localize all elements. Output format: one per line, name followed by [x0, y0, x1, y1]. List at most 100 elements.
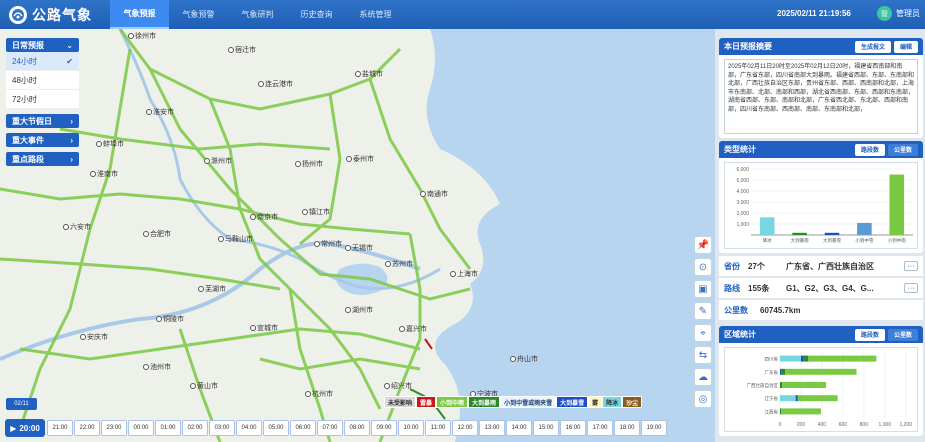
bar-segment [797, 395, 838, 402]
locate-icon[interactable]: ⊙ [694, 258, 712, 276]
nav-warning[interactable]: 气象预警 [169, 0, 228, 29]
user-menu[interactable]: 管 管理员 [877, 6, 920, 21]
radar-icon[interactable]: ◎ [694, 390, 712, 408]
bar-segment [780, 395, 796, 402]
city-label: 盐城市 [355, 69, 383, 79]
timeline-hour[interactable]: 13:00 [479, 420, 505, 436]
timeline-hour[interactable]: 02:00 [182, 420, 208, 436]
summary-header: 本日预报摘要 生成报文 编辑 [719, 38, 923, 55]
province-count: 27个 [748, 261, 765, 271]
y-tick-label: 四川省 [765, 356, 779, 363]
timeline-hour[interactable]: 12:00 [452, 420, 478, 436]
timeline-hour[interactable]: 09:00 [371, 420, 397, 436]
legend-item: 降冰 [602, 396, 623, 408]
city-label: 滁州市 [204, 156, 232, 166]
map-view[interactable]: 徐州市 宿迁市 连云港市 盐城市 淮安市 滁州市 扬州市 泰州市 南通市 南京市… [0, 29, 715, 442]
region-stats-title: 区域统计 [724, 330, 756, 339]
timeline-hour[interactable]: 06:00 [290, 420, 316, 436]
timeline-hour[interactable]: 15:00 [533, 420, 559, 436]
timeline-hour[interactable]: 10:00 [398, 420, 424, 436]
nav-forecast[interactable]: 气象预报 [110, 0, 169, 29]
measure-icon[interactable]: ✎ [694, 302, 712, 320]
menu-major-events[interactable]: 重大事件 › [6, 133, 79, 147]
region-stats-header: 区域统计 路段数 公里数 [719, 326, 923, 343]
timeline-hour[interactable]: 19:00 [641, 420, 667, 436]
nav-history[interactable]: 历史查询 [287, 0, 346, 29]
summary-title: 本日预报摘要 [724, 42, 772, 51]
city-label: 苏州市 [385, 259, 413, 269]
timeline-hour[interactable]: 18:00 [614, 420, 640, 436]
daily-forecast-header[interactable]: 日常预报 ⌄ [6, 38, 79, 52]
timeline-hour[interactable]: 03:00 [209, 420, 235, 436]
current-datetime: 2025/02/11 21:19:56 [777, 9, 851, 18]
x-tick-label: 小到中雨 [888, 237, 906, 244]
map-canvas[interactable] [0, 29, 715, 442]
chevron-right-icon: › [70, 135, 73, 145]
main-nav: 气象预报 气象预警 气象研判 历史查询 系统管理 [110, 0, 405, 29]
timeline-hour[interactable]: 04:00 [236, 420, 262, 436]
layers-icon[interactable]: ▣ [694, 280, 712, 298]
pin-icon[interactable]: 📌 [694, 236, 712, 254]
region-tab-km[interactable]: 公里数 [887, 328, 918, 341]
city-label: 黄山市 [190, 381, 218, 391]
x-tick-label: 1,000 [879, 422, 892, 428]
menu-key-routes[interactable]: 重点路段 › [6, 152, 79, 166]
cloud-icon[interactable]: ☁ [694, 368, 712, 386]
weather-legend: 未受影响 雷暴 小到中雨 大到暴雨 小到中雪或雨夹雪 大到暴雪雾降冰 沙尘 [384, 396, 643, 408]
timeline-hour[interactable]: 00:00 [128, 420, 154, 436]
edit-button[interactable]: 编辑 [893, 40, 918, 53]
bar-segment [781, 408, 821, 415]
timeline-hour[interactable]: 08:00 [344, 420, 370, 436]
marker-icon[interactable]: ⌖ [694, 324, 712, 342]
city-label: 湖州市 [345, 305, 373, 315]
legend-item: 小到中雪或雨夹雪 [500, 396, 557, 408]
nav-analysis[interactable]: 气象研判 [228, 0, 287, 29]
timeline-hour[interactable]: 17:00 [587, 420, 613, 436]
tab-segments[interactable]: 路段数 [854, 143, 885, 156]
city-label: 徐州市 [128, 31, 156, 41]
timeline-hour[interactable]: 14:00 [506, 420, 532, 436]
legend-item: 未受影响 [384, 396, 417, 408]
x-tick-label: 400 [818, 422, 827, 428]
summary-text: 2025年02月11日20时至2025年02月12日20时，福建省西南部和南部，… [724, 59, 918, 134]
y-tick-label: 3,000 [736, 200, 749, 206]
app-title: 公路气象 [32, 6, 92, 23]
timeline-hour[interactable]: 01:00 [155, 420, 181, 436]
timeline-hour[interactable]: 05:00 [263, 420, 289, 436]
chevron-down-icon: ⌄ [66, 40, 73, 50]
y-tick-label: 广西壮族自治区 [747, 382, 779, 389]
city-label: 合肥市 [143, 229, 171, 239]
play-button[interactable]: ▶ 20:00 [5, 419, 45, 437]
city-label: 泰州市 [346, 154, 374, 164]
option-72h[interactable]: 72小时 [6, 90, 79, 109]
province-more-button[interactable]: ··· [904, 261, 918, 271]
timeline-hour[interactable]: 16:00 [560, 420, 586, 436]
region-tab-segments[interactable]: 路段数 [854, 328, 885, 341]
summary-card: 本日预报摘要 生成报文 编辑 2025年02月11日20时至2025年02月12… [719, 38, 923, 138]
city-label: 连云港市 [258, 79, 293, 89]
km-label: 公里数 [724, 305, 748, 315]
tab-km[interactable]: 公里数 [887, 143, 918, 156]
timeline-hour[interactable]: 21:00 [47, 420, 73, 436]
city-label: 镇江市 [302, 207, 330, 217]
route-icon[interactable]: ⇆ [694, 346, 712, 364]
generate-report-button[interactable]: 生成报文 [854, 40, 891, 53]
check-icon: ✔ [66, 56, 73, 66]
province-label: 省份 [724, 261, 740, 271]
timeline-hour[interactable]: 23:00 [101, 420, 127, 436]
city-label: 无锡市 [345, 243, 373, 253]
x-tick-label: 800 [860, 422, 869, 428]
timeline-hour[interactable]: 22:00 [74, 420, 100, 436]
province-list: 广东省、广西壮族自治区 [786, 261, 874, 271]
menu-holidays[interactable]: 重大节假日 › [6, 114, 79, 128]
menu-key-routes-label: 重点路段 [12, 154, 44, 164]
nav-system[interactable]: 系统管理 [346, 0, 405, 29]
option-24h[interactable]: 24小时 ✔ [6, 52, 79, 71]
city-label: 六安市 [63, 222, 91, 232]
route-more-button[interactable]: ··· [904, 283, 918, 293]
option-48h[interactable]: 48小时 [6, 71, 79, 90]
city-label: 芜湖市 [198, 284, 226, 294]
timeline-hour[interactable]: 11:00 [425, 420, 451, 436]
timeline-hour[interactable]: 07:00 [317, 420, 343, 436]
legend-item: 大到暴雨 [468, 396, 501, 408]
